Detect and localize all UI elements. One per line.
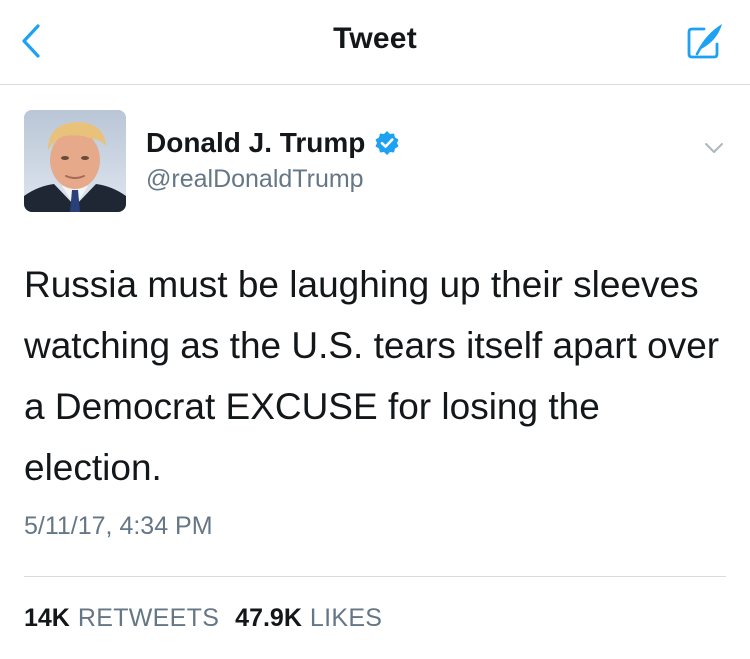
more-options-button[interactable] (700, 134, 728, 162)
compose-button[interactable] (682, 18, 728, 64)
retweets-count: 14K (24, 604, 70, 632)
verified-badge-icon (374, 130, 400, 156)
retweets-label: RETWEETS (77, 604, 220, 632)
tweet-text: Russia must be laughing up their sleeves… (24, 264, 720, 488)
chevron-down-icon (705, 143, 723, 153)
tweet-stats: 14K RETWEETS 47.9K LIKES (24, 604, 382, 633)
profile-photo (24, 110, 126, 212)
navigation-bar: Tweet (0, 0, 750, 85)
avatar[interactable] (24, 110, 126, 212)
likes-count: 47.9K (235, 604, 302, 632)
page-title: Tweet (333, 22, 417, 55)
tweet-timestamp: 5/11/17, 4:34 PM (24, 512, 213, 540)
likes-stat[interactable]: 47.9K LIKES (235, 604, 382, 633)
retweets-stat[interactable]: 14K RETWEETS (24, 604, 219, 633)
display-name[interactable]: Donald J. Trump (146, 127, 365, 159)
tweet-author: Donald J. Trump @realDonaldTrump (24, 110, 724, 214)
compose-icon (687, 24, 722, 59)
divider (24, 576, 726, 577)
screen-name[interactable]: @realDonaldTrump (146, 165, 364, 194)
display-name-row: Donald J. Trump (146, 127, 400, 159)
likes-label: LIKES (309, 604, 383, 632)
